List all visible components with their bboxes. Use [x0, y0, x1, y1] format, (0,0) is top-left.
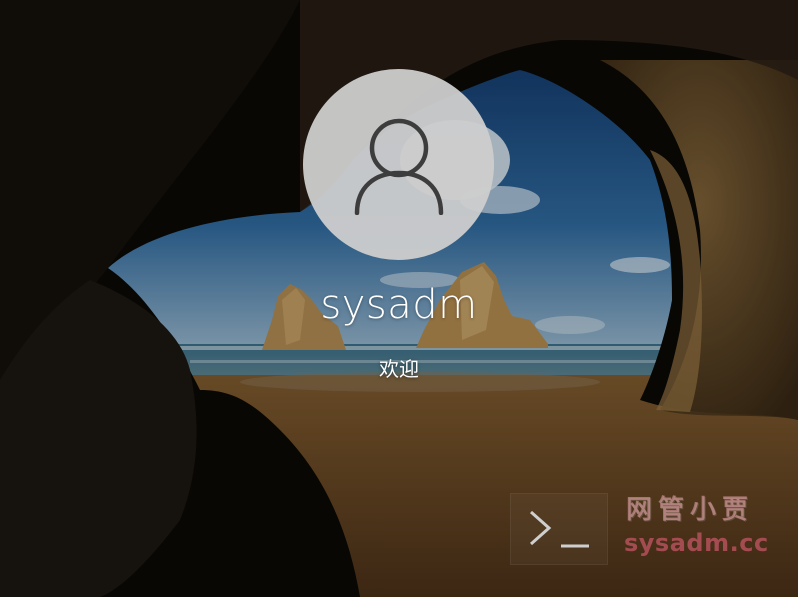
terminal-prompt-icon — [530, 510, 589, 548]
watermark-en: sysadm.cc — [624, 529, 769, 557]
username-label: sysadm — [320, 282, 478, 328]
ease-of-access-button[interactable] — [510, 493, 608, 565]
watermark-cn: 网管小贾 — [626, 495, 755, 525]
user-avatar — [303, 69, 494, 260]
user-silhouette-icon — [354, 118, 444, 215]
watermark: 网管小贾 sysadm.cc — [624, 492, 774, 568]
welcome-status-text: 欢迎 — [379, 357, 419, 381]
